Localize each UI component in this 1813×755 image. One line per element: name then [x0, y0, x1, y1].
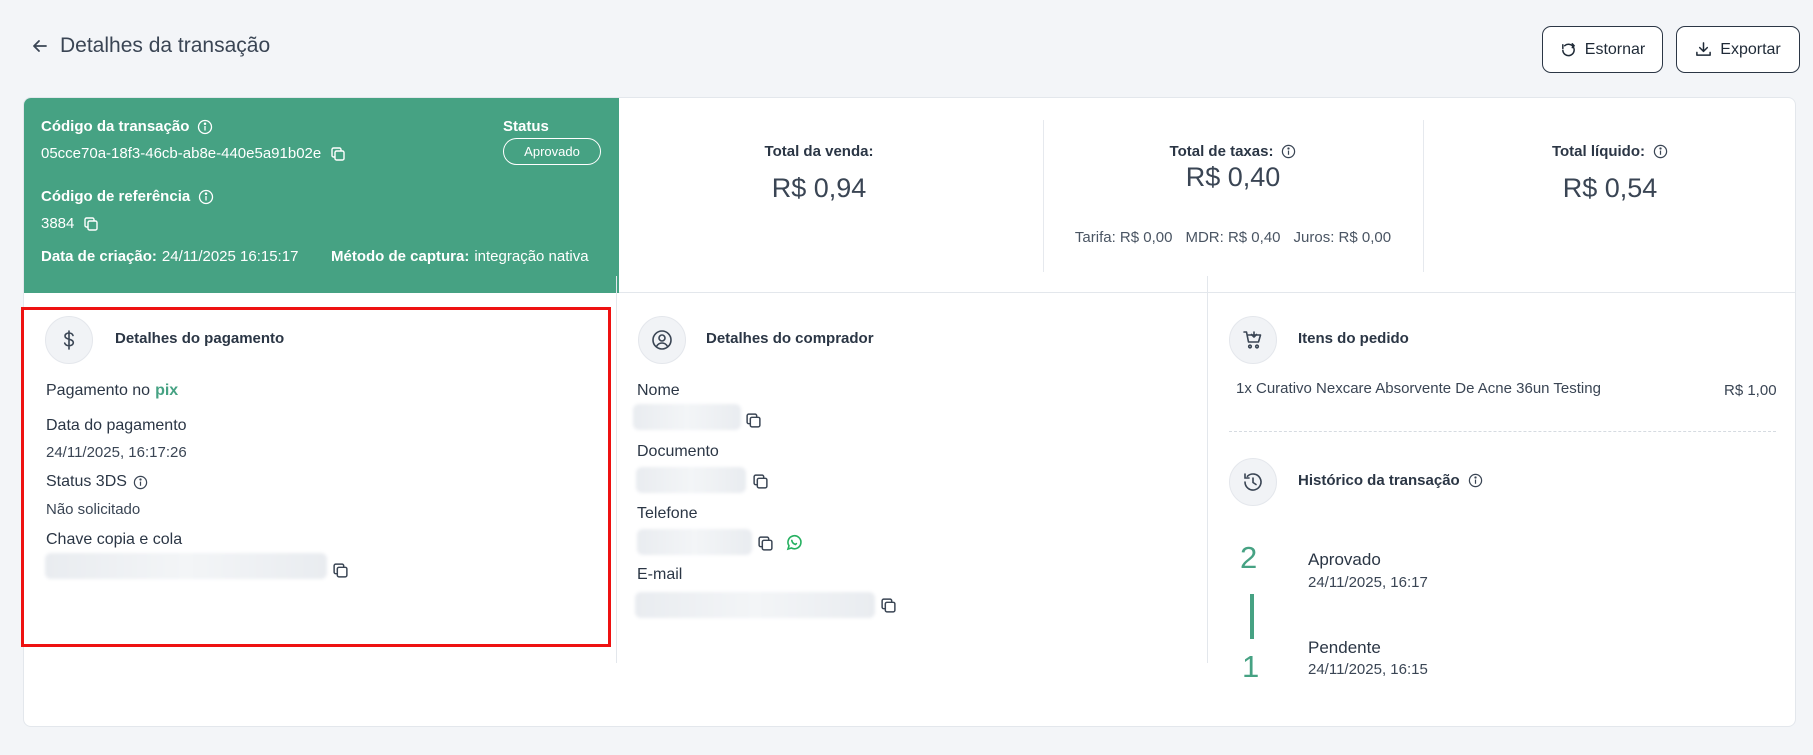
divider: [1229, 431, 1776, 432]
info-icon[interactable]: [1281, 144, 1296, 159]
refund-icon: [1561, 43, 1575, 57]
reference-label: Código de referência: [41, 188, 214, 205]
total-net: Total líquido: R$ 0,54: [1423, 98, 1795, 293]
reference-label-text: Código de referência: [41, 188, 191, 205]
history-step-number: 1: [1242, 649, 1260, 684]
history-step-number: 2: [1240, 540, 1258, 575]
total-fees-label: Total de taxas:: [1043, 143, 1423, 160]
totals-panel: Total da venda: R$ 0,94 Total de taxas: …: [619, 98, 1795, 293]
history-title: Histórico da transação: [1298, 472, 1483, 489]
history-icon: [1229, 458, 1277, 506]
column-divider: [1207, 276, 1208, 663]
order-title: Itens do pedido: [1298, 330, 1409, 347]
fee-tarifa: Tarifa: R$ 0,00: [1074, 229, 1173, 246]
buyer-name-label: Nome: [637, 382, 680, 399]
total-fees: Total de taxas: R$ 0,40 Tarifa: R$ 0,00 …: [1043, 98, 1423, 293]
download-icon: [1696, 42, 1712, 56]
total-fees-label-text: Total de taxas:: [1169, 143, 1274, 160]
transaction-code-label-text: Código da transação: [41, 118, 190, 135]
highlight-box: [21, 307, 611, 647]
column-divider: [616, 276, 617, 663]
total-net-label-text: Total líquido:: [1551, 143, 1646, 160]
status-badge: Aprovado: [503, 138, 601, 165]
copy-icon[interactable]: [330, 146, 346, 162]
order-item-price: R$ 1,00: [1724, 382, 1777, 399]
created-label: Data de criação:: [41, 248, 157, 265]
info-icon[interactable]: [198, 189, 214, 205]
reference-value: 3884: [41, 215, 75, 232]
buyer-title: Detalhes do comprador: [706, 330, 874, 347]
buyer-document-redacted: [636, 467, 746, 493]
fees-breakdown: Tarifa: R$ 0,00 MDR: R$ 0,40 Juros: R$ 0…: [1043, 229, 1423, 246]
history-status: Pendente: [1308, 638, 1381, 657]
estornar-label: Estornar: [1584, 40, 1646, 58]
copy-icon[interactable]: [83, 216, 99, 232]
arrow-left-icon: [33, 40, 47, 52]
history-date: 24/11/2025, 16:17: [1308, 574, 1428, 591]
info-icon[interactable]: [1653, 144, 1668, 159]
order-item-desc: 1x Curativo Nexcare Absorvente De Acne 3…: [1236, 380, 1601, 397]
history-title-text: Histórico da transação: [1298, 472, 1460, 489]
total-sale-label: Total da venda:: [764, 143, 874, 160]
transaction-code-value: 05cce70a-18f3-46cb-ab8e-440e5a91b02e: [41, 145, 322, 162]
transaction-summary: Código da transação 05cce70a-18f3-46cb-a…: [24, 98, 619, 293]
fee-juros: Juros: R$ 0,00: [1293, 229, 1392, 246]
created-date: Data de criação: 24/11/2025 16:15:17: [41, 248, 298, 265]
info-icon[interactable]: [1468, 473, 1483, 488]
whatsapp-icon[interactable]: [785, 534, 803, 552]
page-title: Detalhes da transação: [60, 34, 271, 57]
buyer-email-label: E-mail: [637, 566, 683, 583]
created-value: 24/11/2025 16:15:17: [161, 248, 299, 265]
buyer-document-label: Documento: [637, 443, 719, 460]
exportar-label: Exportar: [1720, 40, 1781, 58]
page-header: Detalhes da transação Estornar Exportar: [0, 0, 1813, 96]
buyer-email-redacted: [635, 592, 875, 618]
buyer-name-redacted: [633, 404, 741, 430]
total-net-label: Total líquido:: [1423, 143, 1795, 160]
transaction-code: 05cce70a-18f3-46cb-ab8e-440e5a91b02e: [41, 145, 346, 162]
history-date: 24/11/2025, 16:15: [1308, 661, 1428, 678]
copy-icon[interactable]: [752, 473, 769, 490]
capture-value: integração nativa: [474, 248, 589, 265]
copy-icon[interactable]: [757, 535, 774, 552]
estornar-button[interactable]: Estornar: [1542, 26, 1663, 73]
capture-method: Método de captura: integração nativa: [331, 248, 589, 265]
capture-label: Método de captura:: [331, 248, 470, 265]
fee-mdr: MDR: R$ 0,40: [1185, 229, 1281, 246]
cart-icon: [1229, 316, 1277, 364]
history-status: Aprovado: [1308, 550, 1381, 569]
total-fees-value: R$ 0,40: [1185, 162, 1281, 192]
transaction-code-label: Código da transação: [41, 118, 213, 135]
buyer-phone-redacted: [637, 529, 752, 555]
status-label: Status: [503, 118, 549, 135]
reference-code: 3884: [41, 215, 99, 232]
copy-icon[interactable]: [745, 412, 762, 429]
exportar-button[interactable]: Exportar: [1676, 26, 1800, 73]
total-sale: Total da venda: R$ 0,94: [619, 98, 1019, 293]
info-icon[interactable]: [197, 119, 213, 135]
total-net-value: R$ 0,54: [1562, 173, 1658, 203]
buyer-phone-label: Telefone: [637, 505, 698, 522]
total-sale-value: R$ 0,94: [771, 173, 867, 203]
user-icon: [638, 316, 686, 364]
back-button[interactable]: Detalhes da transação: [30, 34, 270, 58]
history-connector: [1250, 594, 1254, 639]
copy-icon[interactable]: [880, 597, 897, 614]
